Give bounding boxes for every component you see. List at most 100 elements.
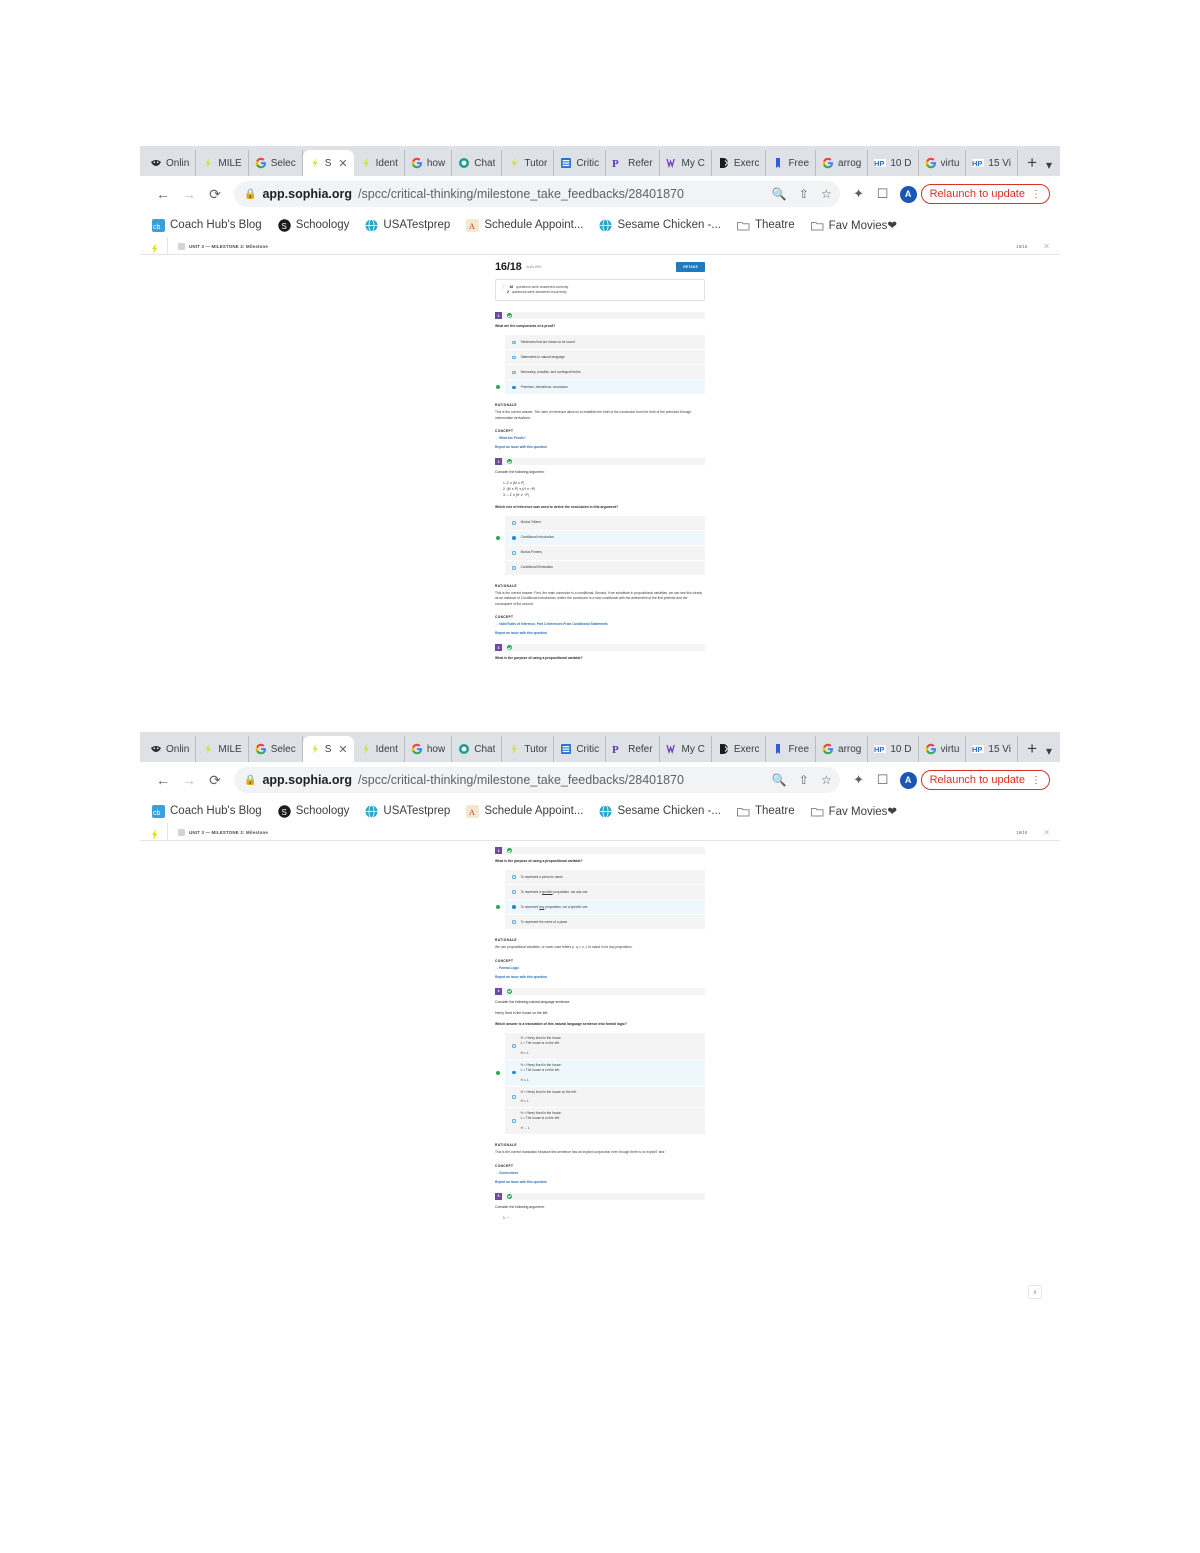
browser-tab[interactable]: Tutor <box>502 736 555 762</box>
bookmark-coach-hubs-blog[interactable]: cb Coach Hub's Blog <box>152 804 262 818</box>
radio-icon[interactable] <box>512 1119 516 1124</box>
browser-tab-active[interactable]: S ✕ <box>302 736 354 762</box>
radio-icon[interactable] <box>512 355 516 360</box>
bookmark-coach-hubs-blog[interactable]: cb Coach Hub's Blog <box>152 218 262 232</box>
browser-tab[interactable]: P Refer <box>606 736 660 762</box>
browser-tab[interactable]: MILE <box>196 736 249 762</box>
share-icon[interactable]: ⇧ <box>799 187 809 201</box>
answer-option[interactable]: Modus Ponens <box>505 545 705 561</box>
answer-option[interactable]: H = Henry lived in the house. L = The ho… <box>505 1108 705 1136</box>
puzzle-icon[interactable]: ✦ <box>848 183 870 205</box>
browser-tab[interactable]: Free <box>766 150 817 176</box>
browser-tab[interactable]: HP 15 Vi <box>966 736 1019 762</box>
avatar[interactable]: A <box>899 771 917 789</box>
side-panel-icon[interactable]: ☐ <box>872 183 894 205</box>
browser-tab[interactable]: arrog <box>816 736 869 762</box>
answer-option-selected-correct[interactable]: H = Henry lived in the house. L = The ho… <box>496 1059 705 1087</box>
new-tab-button[interactable]: + <box>1018 150 1046 176</box>
radio-icon[interactable] <box>512 520 516 525</box>
browser-tab[interactable]: My C <box>660 736 712 762</box>
relaunch-to-update-button[interactable]: Relaunch to update ⋮ <box>920 770 1050 790</box>
browser-tab[interactable]: Onlin <box>144 150 197 176</box>
avatar[interactable]: A <box>899 185 917 203</box>
browser-tab[interactable]: Critic <box>554 736 607 762</box>
concept-link[interactable]: → What Are Proofs? <box>495 436 705 440</box>
bookmark-schoology[interactable]: S Schoology <box>278 804 349 818</box>
tab-search-chevron-down-icon[interactable]: ▾ <box>1046 744 1052 758</box>
browser-tab[interactable]: Chat <box>452 736 503 762</box>
concept-link[interactable]: → Connectives <box>495 1171 705 1175</box>
answer-option[interactable]: Sentences that are shown to be sound <box>505 335 705 351</box>
answer-option-selected-correct[interactable]: Conditional Introduction <box>496 530 705 546</box>
radio-icon[interactable] <box>512 890 516 894</box>
bookmark-schoology[interactable]: S Schoology <box>278 218 349 232</box>
address-bar[interactable]: 🔒 app.sophia.org/spcc/critical-thinking/… <box>234 181 840 207</box>
scroll-to-top-button[interactable]: ∧ <box>1028 1285 1042 1299</box>
search-icon[interactable]: 🔍 <box>772 187 787 201</box>
browser-tab[interactable]: Free <box>766 736 817 762</box>
back-button[interactable]: ← <box>150 767 176 793</box>
bookmark-folder-fav-movies[interactable]: Fav Movies❤ <box>810 804 897 818</box>
side-panel-icon[interactable]: ☐ <box>872 769 894 791</box>
browser-tab[interactable]: how <box>405 150 453 176</box>
browser-tab[interactable]: arrog <box>816 150 869 176</box>
relaunch-to-update-button[interactable]: Relaunch to update ⋮ <box>920 184 1050 204</box>
browser-tab[interactable]: MILE <box>196 150 249 176</box>
browser-tab[interactable]: Selec <box>249 736 303 762</box>
back-button[interactable]: ← <box>150 181 176 207</box>
browser-tab[interactable]: Selec <box>249 150 303 176</box>
browser-tab[interactable]: My C <box>660 150 712 176</box>
reload-button[interactable]: ⟳ <box>202 767 228 793</box>
radio-icon[interactable] <box>512 535 516 540</box>
close-icon[interactable]: ✕ <box>338 157 347 170</box>
radio-icon[interactable] <box>512 1043 516 1048</box>
report-issue-link[interactable]: Report an issue with this question <box>495 975 705 979</box>
bookmark-folder-theatre[interactable]: Theatre <box>736 219 795 232</box>
browser-tab[interactable]: Ident <box>354 150 405 176</box>
browser-tab[interactable]: virtu <box>919 736 967 762</box>
forward-button[interactable]: → <box>176 181 202 207</box>
radio-icon[interactable] <box>512 340 516 345</box>
radio-icon[interactable] <box>512 565 516 570</box>
browser-tab[interactable]: how <box>405 736 453 762</box>
browser-tab[interactable]: virtu <box>919 150 967 176</box>
report-issue-link[interactable]: Report an issue with this question <box>495 445 705 449</box>
browser-tab[interactable]: Exerc <box>712 150 767 176</box>
report-issue-link[interactable]: Report an issue with this question <box>495 1180 705 1184</box>
browser-tab[interactable]: HP 15 Vi <box>966 150 1019 176</box>
bookmark-schedule-appointment[interactable]: A Schedule Appoint... <box>466 218 583 232</box>
report-issue-link[interactable]: Report an issue with this question <box>495 631 705 635</box>
bookmark-schedule-appointment[interactable]: A Schedule Appoint... <box>466 804 583 818</box>
answer-option[interactable]: Modus Tollens <box>505 515 705 531</box>
close-icon[interactable]: ✕ <box>1043 242 1050 251</box>
answer-option-selected-correct[interactable]: Premises, derivations, conclusion <box>496 380 705 396</box>
share-icon[interactable]: ⇧ <box>799 773 809 787</box>
browser-tab-active[interactable]: S ✕ <box>302 150 354 176</box>
retake-button[interactable]: RETAKE <box>676 262 705 272</box>
browser-tab[interactable]: Chat <box>452 150 503 176</box>
answer-option[interactable]: To represent a person's name <box>505 870 705 886</box>
answer-option[interactable]: Conditional Elimination <box>505 560 705 576</box>
puzzle-icon[interactable]: ✦ <box>848 769 870 791</box>
new-tab-button[interactable]: + <box>1018 736 1046 762</box>
close-icon[interactable]: ✕ <box>338 743 347 756</box>
answer-option[interactable]: Necessary, possible, and contingent trut… <box>505 365 705 381</box>
reload-button[interactable]: ⟳ <box>202 181 228 207</box>
answer-option[interactable]: Statements in natural language <box>505 350 705 366</box>
tab-search-chevron-down-icon[interactable]: ▾ <box>1046 158 1052 172</box>
radio-icon[interactable] <box>512 385 516 390</box>
browser-tab[interactable]: P Refer <box>606 150 660 176</box>
browser-tab[interactable]: Ident <box>354 736 405 762</box>
bookmark-sesame-chicken[interactable]: Sesame Chicken -... <box>599 804 721 818</box>
close-icon[interactable]: ✕ <box>1043 828 1050 837</box>
radio-icon[interactable] <box>512 370 516 375</box>
answer-option[interactable]: H = Henry lived in the house on the left… <box>505 1086 705 1109</box>
radio-icon[interactable] <box>512 1095 516 1099</box>
address-bar[interactable]: 🔒 app.sophia.org/spcc/critical-thinking/… <box>234 767 840 793</box>
radio-icon[interactable] <box>512 875 516 879</box>
bookmark-usatestprep[interactable]: USATestprep <box>365 804 450 818</box>
browser-tab[interactable]: HP 10 D <box>868 736 919 762</box>
radio-icon[interactable] <box>512 550 516 555</box>
bookmark-sesame-chicken[interactable]: Sesame Chicken -... <box>599 218 721 232</box>
browser-tab[interactable]: Exerc <box>712 736 767 762</box>
